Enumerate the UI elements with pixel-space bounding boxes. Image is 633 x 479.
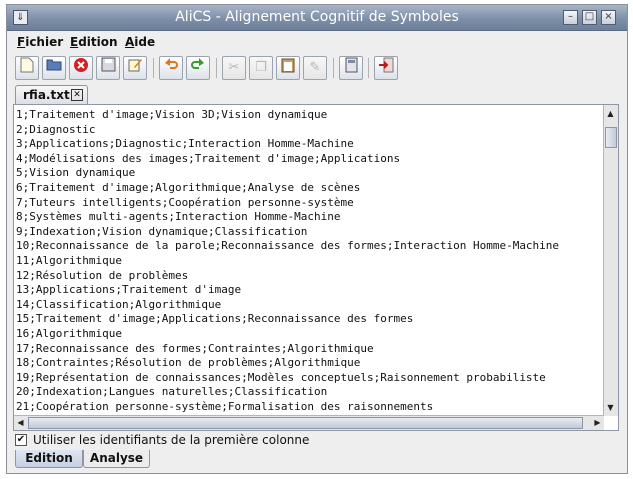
edit-icon[interactable] <box>123 56 147 80</box>
minimize-icon[interactable]: – <box>563 10 578 25</box>
tab-edition[interactable]: Edition <box>15 450 83 468</box>
scroll-right-icon[interactable]: ▶ <box>591 416 604 429</box>
tab-label: rfia.txt <box>23 88 70 102</box>
window-title: AliCS - Alignement Cognitif de Symboles <box>175 9 459 25</box>
text-line[interactable]: 9;Indexation;Vision dynamique;Classifica… <box>16 225 602 240</box>
text-line[interactable]: 15;Traitement d'image;Applications;Recon… <box>16 312 602 327</box>
menu-fichier[interactable]: Fichier <box>17 35 63 49</box>
text-line[interactable]: 1;Traitement d'image;Vision 3D;Vision dy… <box>16 108 602 123</box>
menu-aide[interactable]: Aide <box>125 35 155 49</box>
redo-icon[interactable] <box>186 56 210 80</box>
close-icon[interactable]: × <box>601 10 616 25</box>
text-line[interactable]: 13;Applications;Traitement d'image <box>16 283 602 298</box>
text-line[interactable]: 21;Coopération personne-système;Formalis… <box>16 400 602 414</box>
text-line[interactable]: 20;Indexation;Langues naturelles;Classif… <box>16 385 602 400</box>
vertical-scroll-thumb[interactable] <box>605 127 617 148</box>
text-line[interactable]: 10;Reconnaissance de la parole;Reconnais… <box>16 239 602 254</box>
scroll-down-icon[interactable]: ▼ <box>604 401 617 414</box>
text-line[interactable]: 17;Reconnaissance des formes;Contraintes… <box>16 342 602 357</box>
text-line[interactable]: 5;Vision dynamique <box>16 166 602 181</box>
exit-icon[interactable] <box>374 56 398 80</box>
tab-rfia-txt[interactable]: rfia.txt ✕ <box>15 85 88 104</box>
use-first-column-ids-checkbox[interactable]: ✔ <box>15 434 27 446</box>
close-red-icon[interactable] <box>69 56 93 80</box>
save-icon[interactable] <box>96 56 120 80</box>
text-line[interactable]: 4;Modélisations des images;Traitement d'… <box>16 152 602 167</box>
text-line[interactable]: 19;Représentation de connaissances;Modèl… <box>16 371 602 386</box>
text-line[interactable]: 11;Algorithmique <box>16 254 602 269</box>
text-line[interactable]: 2;Diagnostic <box>16 123 602 138</box>
app-window: ⇓ AliCS - Alignement Cognitif de Symbole… <box>6 4 628 474</box>
horizontal-scrollbar[interactable]: ◀ ▶ <box>14 415 604 430</box>
text-line[interactable]: 16;Algorithmique <box>16 327 602 342</box>
calculator-icon[interactable] <box>339 56 363 80</box>
text-line[interactable]: 12;Résolution de problèmes <box>16 269 602 284</box>
tab-analyse[interactable]: Analyse <box>83 450 150 468</box>
new-file-icon[interactable] <box>15 56 39 80</box>
text-line[interactable]: 14;Classification;Algorithmique <box>16 298 602 313</box>
text-line[interactable]: 8;Systèmes multi-agents;Interaction Homm… <box>16 210 602 225</box>
open-folder-icon[interactable] <box>42 56 66 80</box>
copy-icon[interactable]: ❐ <box>249 56 273 80</box>
text-content[interactable]: 1;Traitement d'image;Vision 3D;Vision dy… <box>16 108 602 414</box>
toolbar: ✂ ❐ ✎ <box>7 53 627 83</box>
vertical-scrollbar[interactable]: ▲ ▼ <box>603 105 618 416</box>
scroll-up-icon[interactable]: ▲ <box>604 107 617 120</box>
text-line[interactable]: 3;Applications;Diagnostic;Interaction Ho… <box>16 137 602 152</box>
close-tab-icon[interactable]: ✕ <box>71 89 83 101</box>
scroll-left-icon[interactable]: ◀ <box>14 416 27 429</box>
horizontal-scroll-thumb[interactable] <box>28 417 583 429</box>
brush-icon[interactable]: ✎ <box>303 56 327 80</box>
undo-icon[interactable] <box>159 56 183 80</box>
checkbox-label: Utiliser les identifiants de la première… <box>33 433 310 447</box>
text-line[interactable]: 18;Contraintes;Résolution de problèmes;A… <box>16 356 602 371</box>
text-line[interactable]: 6;Traitement d'image;Algorithmique;Analy… <box>16 181 602 196</box>
maximize-icon[interactable]: □ <box>582 10 597 25</box>
cut-icon[interactable]: ✂ <box>222 56 246 80</box>
text-editor[interactable]: 1;Traitement d'image;Vision 3D;Vision dy… <box>13 104 619 431</box>
text-line[interactable]: 7;Tuteurs intelligents;Coopération perso… <box>16 196 602 211</box>
menu-edition[interactable]: Edition <box>70 35 118 49</box>
menu-bar: Fichier Edition Aide <box>7 32 627 52</box>
title-bar[interactable]: ⇓ AliCS - Alignement Cognitif de Symbole… <box>7 5 627 31</box>
paste-icon[interactable] <box>276 56 300 80</box>
